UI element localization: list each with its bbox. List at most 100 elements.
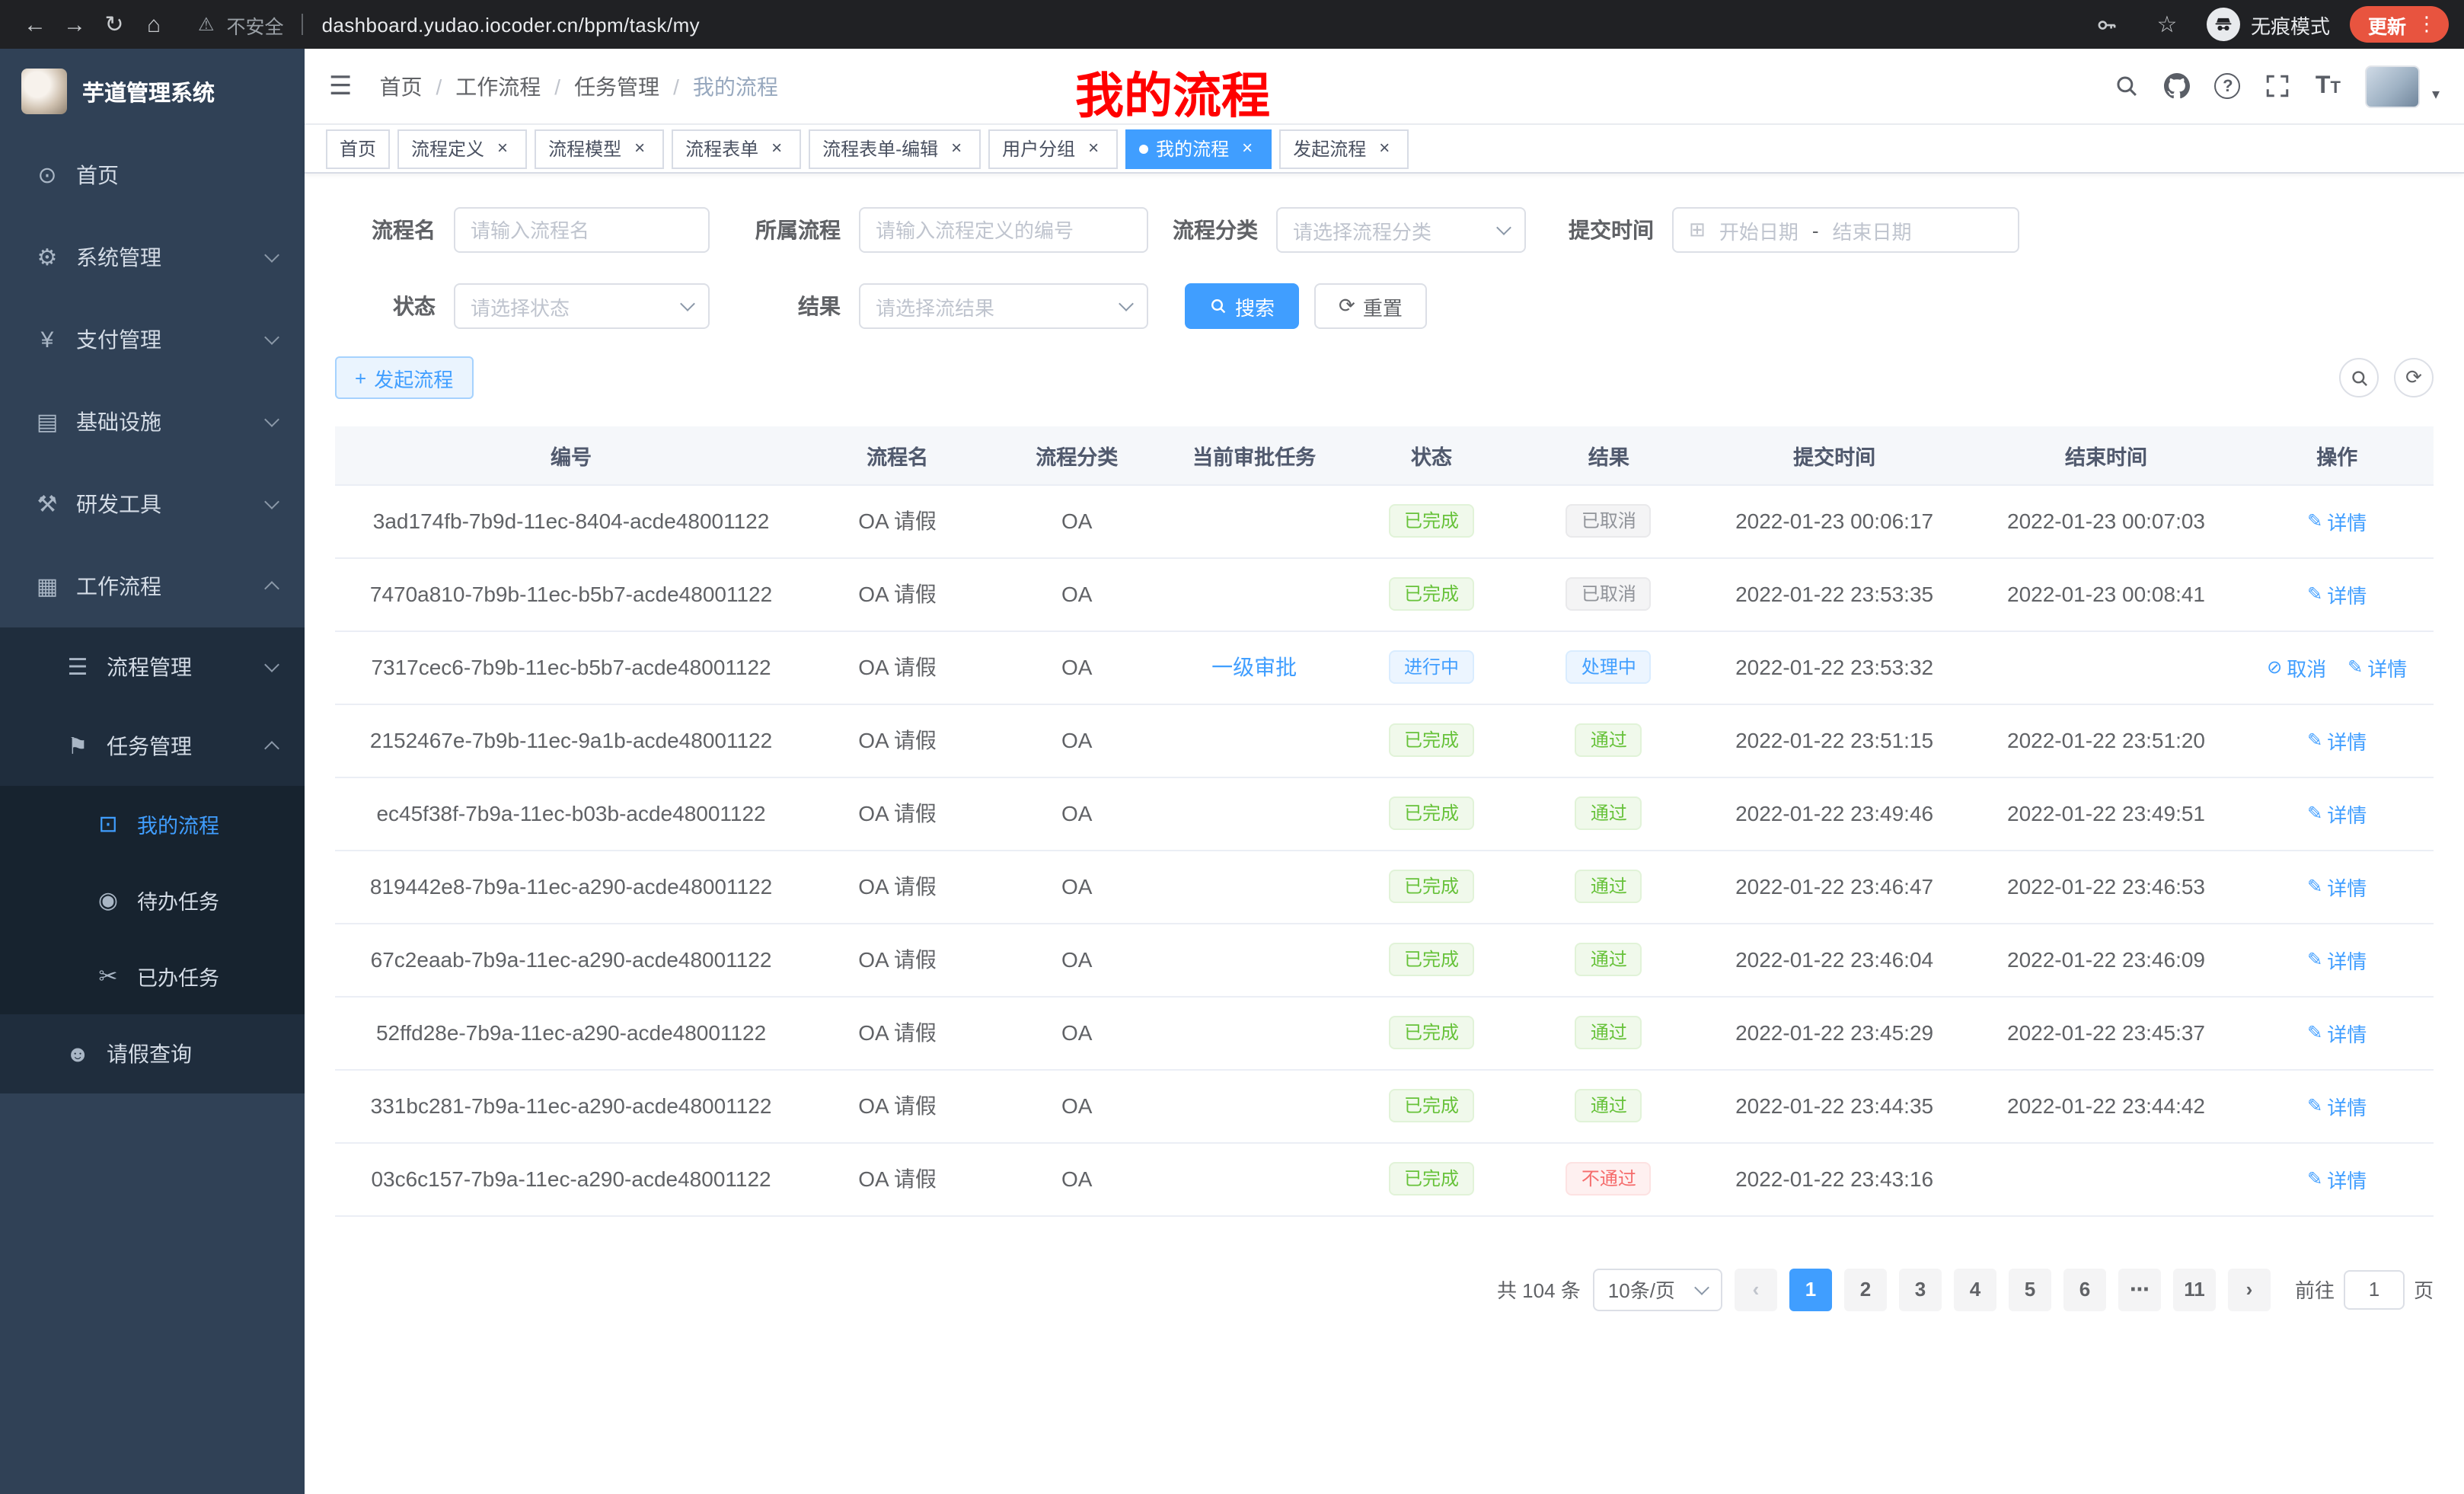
breadcrumb-item[interactable]: 我的流程 bbox=[693, 71, 778, 101]
sidebar-item-done-tasks[interactable]: ✂ 已办任务 bbox=[0, 938, 305, 1014]
breadcrumb-item[interactable]: 任务管理 bbox=[574, 71, 693, 101]
show-search-button[interactable] bbox=[2339, 358, 2379, 397]
cancel-link[interactable]: ⊘取消 bbox=[2267, 653, 2326, 682]
status-select[interactable]: 请选择状态 bbox=[454, 283, 710, 329]
detail-link[interactable]: ✎详情 bbox=[2307, 506, 2367, 535]
close-icon[interactable]: × bbox=[1374, 138, 1395, 159]
page-button[interactable]: 3 bbox=[1899, 1268, 1942, 1310]
goto-page-input[interactable] bbox=[2344, 1269, 2405, 1309]
close-icon[interactable]: × bbox=[1083, 138, 1104, 159]
detail-link[interactable]: ✎详情 bbox=[2307, 1164, 2367, 1193]
tab[interactable]: 流程模型 × bbox=[535, 129, 664, 168]
detail-link[interactable]: ✎详情 bbox=[2307, 872, 2367, 901]
close-icon[interactable]: × bbox=[1237, 138, 1258, 159]
forward-button[interactable]: → bbox=[55, 5, 94, 44]
sidebar-collapse-icon[interactable]: ☰ bbox=[329, 71, 353, 101]
breadcrumb-item[interactable]: 工作流程 bbox=[455, 71, 574, 101]
tab[interactable]: 流程表单 × bbox=[672, 129, 801, 168]
close-icon[interactable]: × bbox=[946, 138, 967, 159]
cell-status: 已完成 bbox=[1342, 1142, 1521, 1215]
sidebar-item-task-mgmt[interactable]: ⚑ 任务管理 bbox=[0, 707, 305, 786]
edit-icon: ✎ bbox=[2307, 510, 2322, 532]
tab[interactable]: 流程定义 × bbox=[397, 129, 527, 168]
cell-current-task bbox=[1166, 1069, 1342, 1142]
page-button[interactable]: 11 bbox=[2173, 1268, 2216, 1310]
create-process-button[interactable]: + 发起流程 bbox=[335, 356, 473, 399]
back-button[interactable]: ← bbox=[15, 5, 55, 44]
sidebar-item-system-mgmt[interactable]: ⚙ 系统管理 bbox=[0, 216, 305, 298]
browser-menu-icon[interactable]: ⋮ bbox=[2414, 12, 2440, 37]
detail-link[interactable]: ✎详情 bbox=[2307, 579, 2367, 608]
github-icon[interactable] bbox=[2165, 73, 2191, 99]
tab[interactable]: 用户分组 × bbox=[988, 129, 1118, 168]
browser-update-button[interactable]: 更新 ⋮ bbox=[2350, 6, 2449, 43]
password-key-icon[interactable] bbox=[2088, 5, 2127, 44]
detail-link[interactable]: ✎详情 bbox=[2307, 726, 2367, 755]
tab[interactable]: 发起流程 × bbox=[1279, 129, 1409, 168]
process-category-select[interactable]: 请选择流程分类 bbox=[1276, 207, 1526, 253]
help-icon[interactable]: ? bbox=[2215, 73, 2241, 99]
cell-process-name: OA 请假 bbox=[807, 850, 988, 923]
page-button[interactable]: 4 bbox=[1954, 1268, 1996, 1310]
breadcrumb-item[interactable]: 首页 bbox=[380, 71, 456, 101]
tab[interactable]: 首页 × bbox=[326, 129, 390, 168]
close-icon[interactable]: × bbox=[766, 138, 787, 159]
process-definition-input[interactable] bbox=[859, 207, 1148, 253]
app-logo[interactable]: 芋道管理系统 bbox=[0, 49, 305, 134]
page-button[interactable]: 5 bbox=[2009, 1268, 2051, 1310]
close-icon[interactable]: × bbox=[492, 138, 513, 159]
avatar-caret-icon[interactable]: ▾ bbox=[2432, 86, 2440, 107]
sidebar-item-workflow[interactable]: ▦ 工作流程 bbox=[0, 545, 305, 627]
home-button[interactable]: ⌂ bbox=[134, 5, 174, 44]
page-button[interactable]: 6 bbox=[2063, 1268, 2106, 1310]
chevron-down-icon bbox=[264, 494, 279, 509]
sidebar-item-leave-query[interactable]: ☻ 请假查询 bbox=[0, 1014, 305, 1093]
table-row: 67c2eaab-7b9a-11ec-a290-acde48001122 OA … bbox=[335, 923, 2434, 996]
close-icon[interactable]: × bbox=[629, 138, 650, 159]
next-page-button[interactable]: › bbox=[2228, 1268, 2271, 1310]
result-select[interactable]: 请选择流结果 bbox=[859, 283, 1148, 329]
submit-time-range-picker[interactable]: ⊞ 开始日期 - 结束日期 bbox=[1672, 207, 2019, 253]
column-header: 流程名 bbox=[807, 426, 988, 484]
address-bar[interactable]: ⚠ 不安全 dashboard.yudao.iocoder.cn/bpm/tas… bbox=[198, 10, 700, 39]
font-size-icon[interactable]: TT bbox=[2316, 72, 2341, 100]
sidebar-item-infrastructure[interactable]: ▤ 基础设施 bbox=[0, 381, 305, 463]
detail-link[interactable]: ✎详情 bbox=[2348, 653, 2407, 682]
result-badge: 通过 bbox=[1575, 1016, 1642, 1049]
detail-link[interactable]: ✎详情 bbox=[2307, 1018, 2367, 1047]
sidebar-item-dev-tools[interactable]: ⚒ 研发工具 bbox=[0, 463, 305, 545]
column-header: 提交时间 bbox=[1697, 426, 1972, 484]
menu-label: 研发工具 bbox=[76, 489, 161, 519]
tab[interactable]: 流程表单-编辑 × bbox=[809, 129, 981, 168]
tab[interactable]: 我的流程 × bbox=[1125, 129, 1272, 168]
user-avatar[interactable] bbox=[2365, 65, 2420, 107]
detail-link[interactable]: ✎详情 bbox=[2307, 799, 2367, 828]
cell-id: 2152467e-7b9b-11ec-9a1b-acde48001122 bbox=[335, 704, 807, 777]
cell-result: 已取消 bbox=[1521, 557, 1697, 630]
yen-icon: ¥ bbox=[34, 327, 61, 353]
page-button[interactable]: 1 bbox=[1789, 1268, 1832, 1310]
sidebar-item-process-mgmt[interactable]: ☰ 流程管理 bbox=[0, 627, 305, 707]
detail-link[interactable]: ✎详情 bbox=[2307, 945, 2367, 974]
page-button[interactable]: 2 bbox=[1844, 1268, 1887, 1310]
process-name-input[interactable] bbox=[454, 207, 710, 253]
page-button[interactable]: ⋯ bbox=[2118, 1268, 2161, 1310]
search-button[interactable]: 搜索 bbox=[1185, 283, 1299, 329]
search-icon[interactable] bbox=[2115, 73, 2140, 99]
prev-page-button[interactable]: ‹ bbox=[1735, 1268, 1777, 1310]
detail-link[interactable]: ✎详情 bbox=[2307, 1091, 2367, 1120]
sidebar-item-payment-mgmt[interactable]: ¥ 支付管理 bbox=[0, 298, 305, 381]
refresh-list-button[interactable]: ⟳ bbox=[2394, 358, 2434, 397]
sidebar-item-my-process[interactable]: ⊡ 我的流程 bbox=[0, 786, 305, 862]
current-task-link[interactable]: 一级审批 bbox=[1211, 655, 1297, 679]
reset-button[interactable]: ⟳ 重置 bbox=[1314, 283, 1427, 329]
cell-actions: ⊘ ✎详情 bbox=[2240, 850, 2434, 923]
page-size-select[interactable]: 10条/页 bbox=[1593, 1268, 1722, 1310]
fullscreen-icon[interactable] bbox=[2265, 73, 2291, 99]
bookmark-star-icon[interactable]: ☆ bbox=[2147, 5, 2187, 44]
reload-button[interactable]: ↻ bbox=[94, 5, 134, 44]
sidebar-item-home[interactable]: ⊙ 首页 bbox=[0, 134, 305, 216]
cell-submit-time: 2022-01-22 23:51:15 bbox=[1697, 704, 1972, 777]
sidebar-item-todo-tasks[interactable]: ◉ 待办任务 bbox=[0, 862, 305, 938]
result-label: 结果 bbox=[746, 291, 841, 321]
